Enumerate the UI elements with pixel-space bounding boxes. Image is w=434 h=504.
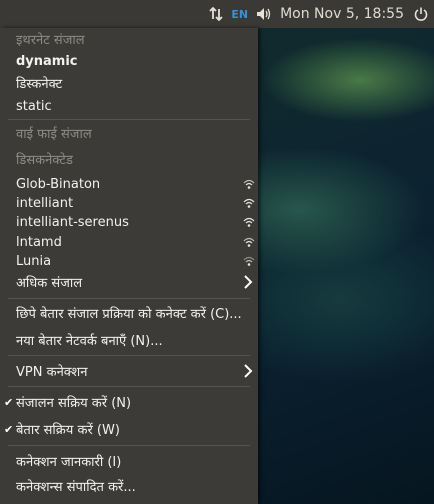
enable-wifi-toggle[interactable]: ✔ बेतार सक्रिय करें (W) (0, 418, 258, 440)
connect-hidden-network-item[interactable]: छिपे बेतार संजाल प्रक्रिया को कनेक्ट करे… (0, 302, 258, 324)
chevron-right-icon (244, 275, 253, 289)
power-icon (414, 7, 428, 21)
ethernet-disconnect-item[interactable]: डिस्कनेक्ट (0, 72, 258, 94)
enable-networking-toggle[interactable]: ✔ संजालन सक्रिय करें (N) (0, 391, 258, 413)
wifi-section-header: वाई फाई संजाल (16, 127, 92, 142)
vpn-connections-submenu[interactable]: VPN कनेक्शन (0, 360, 258, 382)
wifi-network-item[interactable]: intelliant-serenus (0, 211, 258, 233)
ethernet-static-item[interactable]: static (0, 95, 258, 117)
volume-icon (257, 8, 271, 20)
chevron-right-icon (244, 364, 253, 378)
create-new-network-item[interactable]: नया बेतार नेटवर्क बनाएँ (N)... (0, 329, 258, 351)
top-panel: EN Mon Nov 5, 18:55 (0, 0, 434, 28)
wifi-signal-icon (243, 237, 255, 247)
network-menu: इथरनेट संजाल dynamic डिस्कनेक्ट static व… (0, 28, 258, 504)
network-indicator[interactable] (209, 7, 223, 21)
wifi-signal-icon (243, 217, 255, 227)
network-transfer-icon (209, 7, 223, 21)
session-indicator[interactable] (414, 7, 428, 21)
ethernet-dynamic-item[interactable]: dynamic (0, 50, 258, 72)
menu-separator (8, 119, 250, 120)
more-networks-submenu[interactable]: अधिक संजाल (0, 271, 258, 293)
clock[interactable]: Mon Nov 5, 18:55 (280, 6, 404, 22)
check-icon: ✔ (4, 395, 14, 409)
ethernet-section-header: इथरनेट संजाल (16, 33, 85, 48)
menu-separator (8, 386, 250, 387)
wifi-signal-icon (243, 256, 255, 266)
wifi-signal-icon (243, 179, 255, 189)
menu-separator (8, 355, 250, 356)
wifi-network-item[interactable]: Lunia (0, 250, 258, 272)
sound-indicator[interactable] (256, 7, 272, 21)
check-icon: ✔ (4, 422, 14, 436)
edit-connections-item[interactable]: कनेक्शन्स संपादित करें... (0, 475, 258, 497)
keyboard-language-indicator[interactable]: EN (231, 8, 248, 21)
wifi-disconnected-label: डिसकनेक्टेड (16, 153, 73, 168)
connection-info-item[interactable]: कनेक्शन जानकारी (I) (0, 450, 258, 472)
menu-separator (8, 298, 250, 299)
menu-separator (8, 445, 250, 446)
wifi-signal-icon (243, 198, 255, 208)
